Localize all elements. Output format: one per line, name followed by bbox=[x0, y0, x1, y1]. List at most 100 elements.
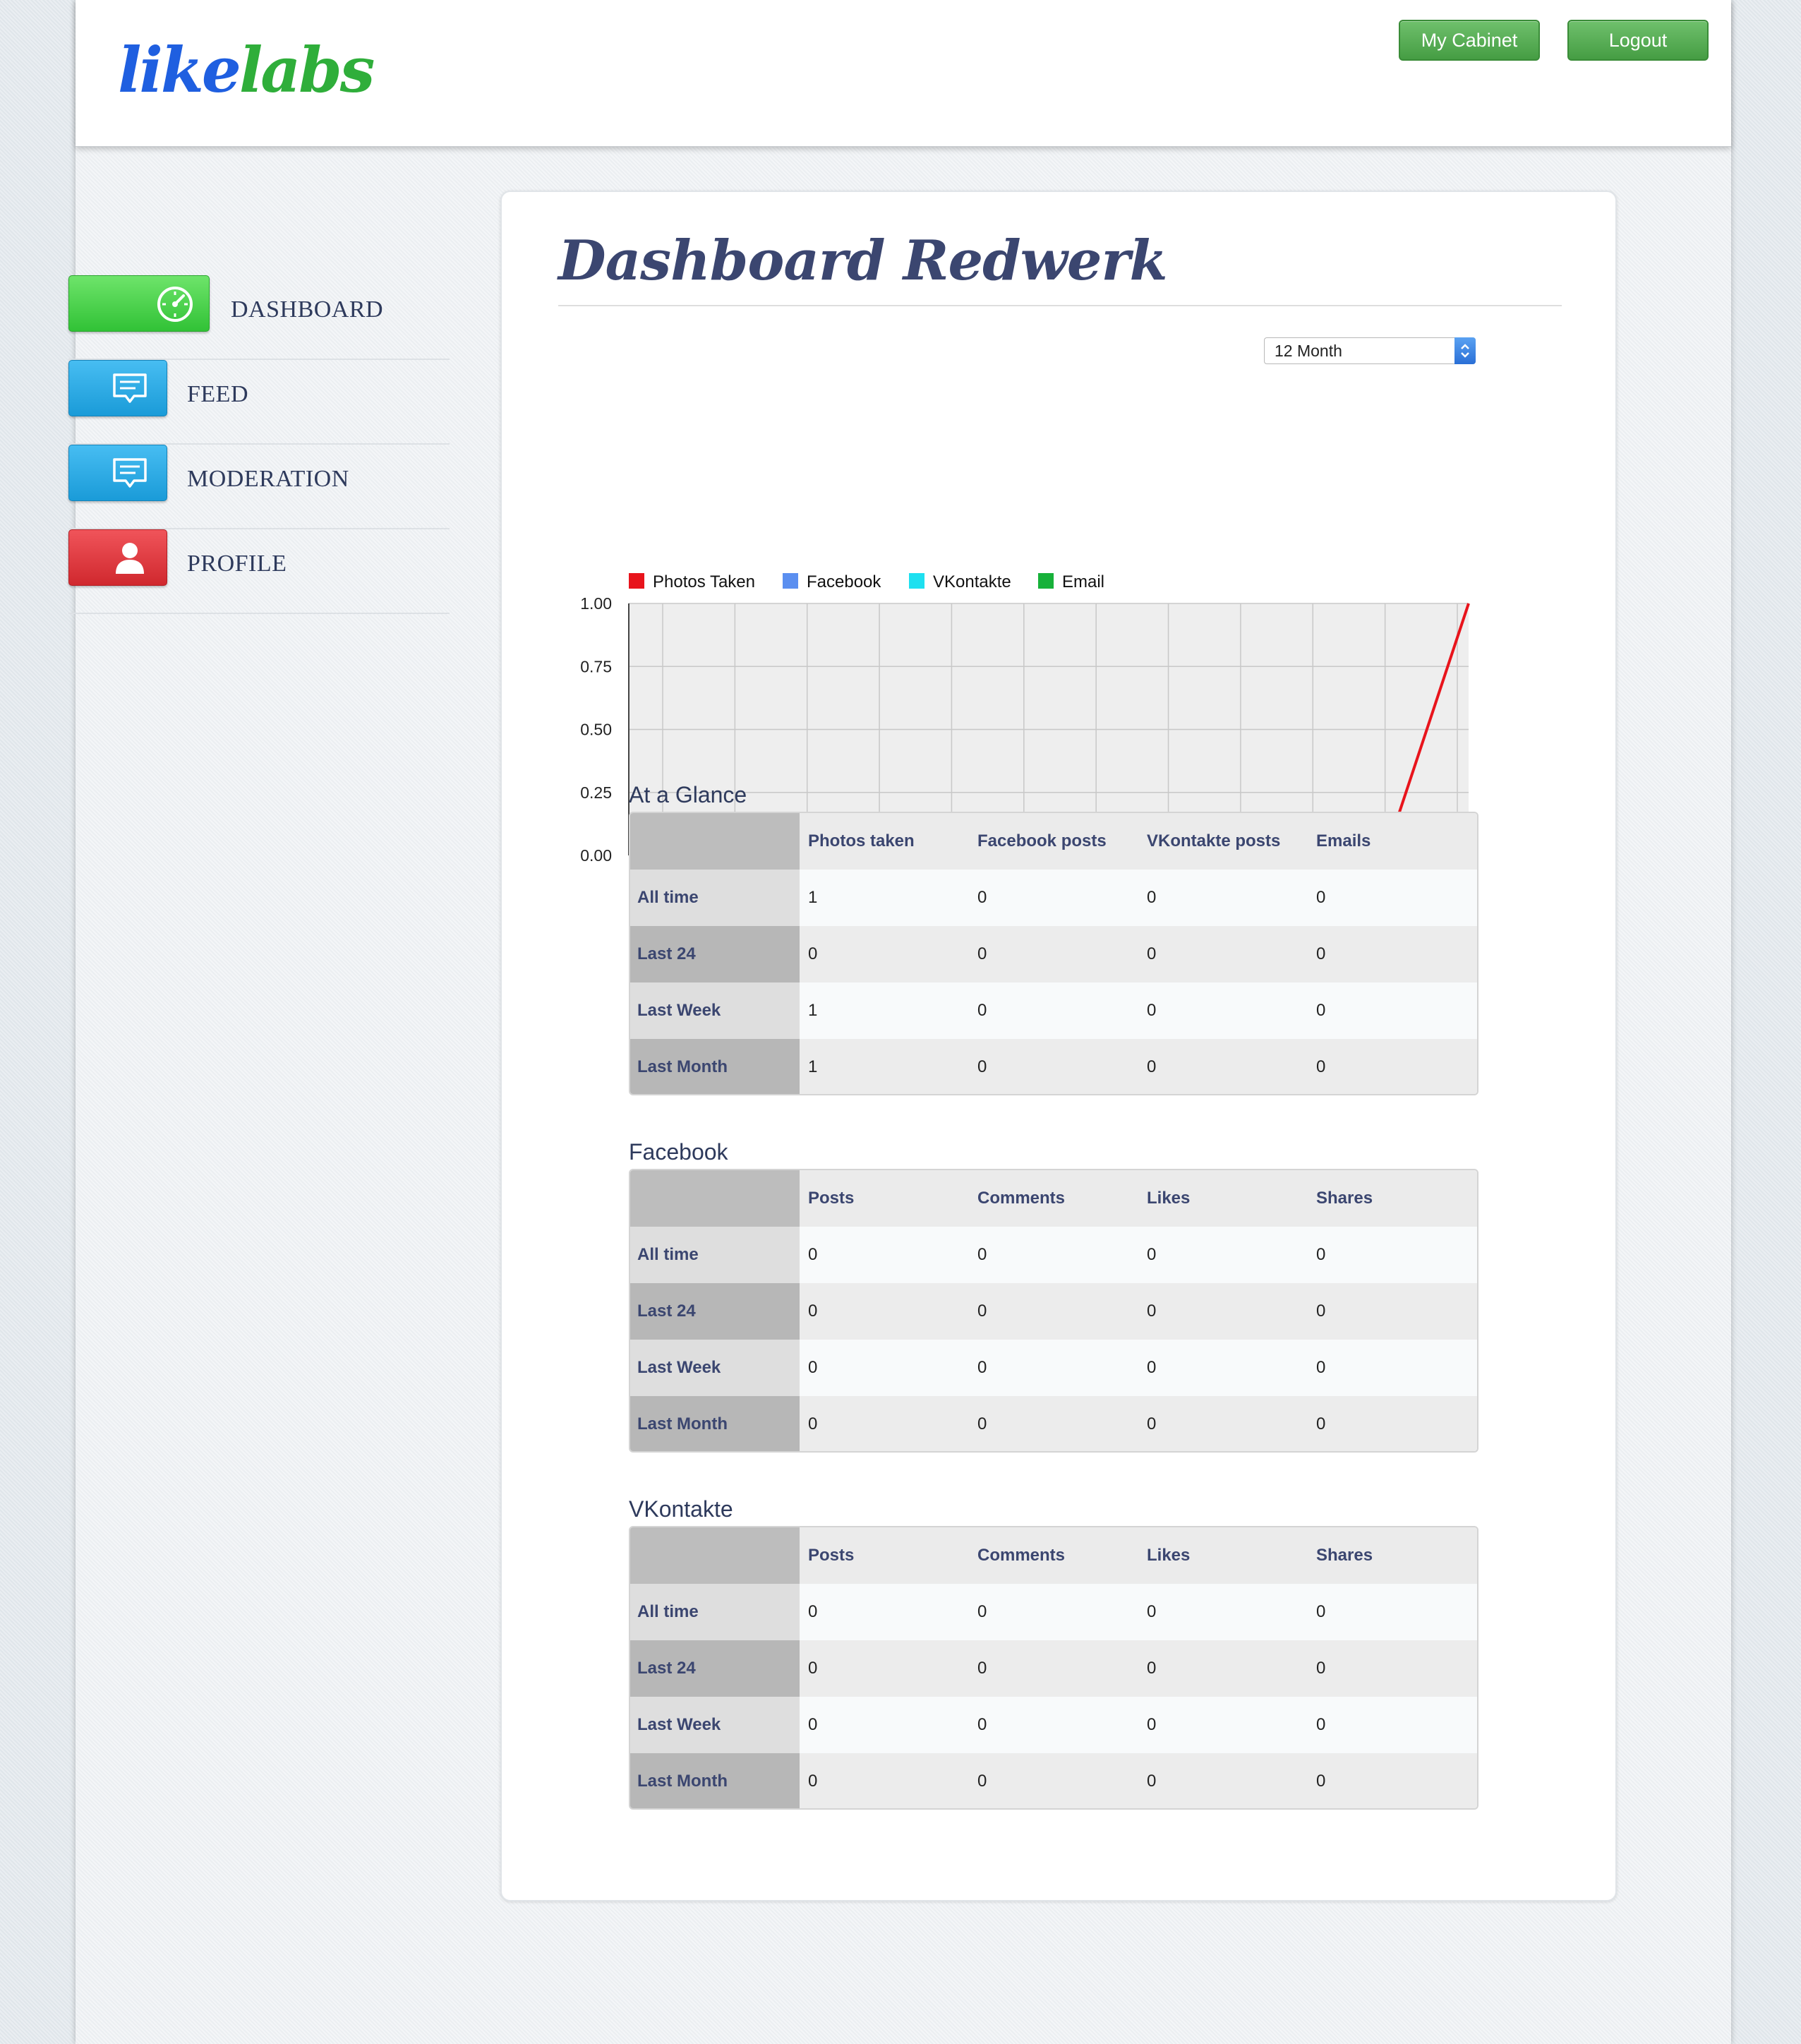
legend-swatch bbox=[909, 573, 924, 589]
table-row: Last Week 0 0 0 0 bbox=[630, 1697, 1477, 1753]
table-header-corner bbox=[630, 1170, 800, 1227]
legend-swatch bbox=[783, 573, 798, 589]
feed-button[interactable] bbox=[68, 360, 167, 416]
table-cell: 0 bbox=[1316, 1659, 1326, 1678]
sidebar-item-label: PROFILE bbox=[187, 551, 287, 577]
table-cell: 1 bbox=[808, 1057, 818, 1076]
table-header-row: Photos taken Facebook posts VKontakte post… bbox=[630, 813, 1477, 870]
user-icon bbox=[116, 543, 144, 574]
table-header-row: Posts Comments Likes Shares bbox=[630, 1527, 1477, 1584]
column-header: Posts bbox=[808, 1189, 855, 1208]
page-title: Dashboard Redwerk bbox=[558, 229, 1168, 293]
row-label: Last Week bbox=[630, 982, 800, 1039]
section-title: At a Glance bbox=[629, 782, 747, 807]
column-header: Comments bbox=[977, 1189, 1066, 1208]
table-row: Last 24 0 0 0 0 bbox=[630, 1640, 1477, 1697]
column-header: Emails bbox=[1316, 831, 1371, 850]
table-row: All time 0 0 0 0 bbox=[630, 1227, 1477, 1283]
y-tick-label: 0.75 bbox=[580, 657, 612, 675]
legend-label: Facebook bbox=[807, 572, 881, 591]
legend-swatch bbox=[629, 573, 644, 589]
table-cell: 0 bbox=[808, 1772, 818, 1791]
moderation-button[interactable] bbox=[68, 445, 167, 501]
table-cell: 1 bbox=[808, 888, 818, 907]
table-cell: 0 bbox=[1147, 944, 1157, 963]
table-cell: 0 bbox=[977, 1001, 987, 1020]
legend-swatch bbox=[1038, 573, 1054, 589]
logo-labs: labs bbox=[239, 33, 375, 107]
row-label: Last 24 bbox=[630, 1283, 800, 1340]
table-cell: 0 bbox=[977, 1659, 987, 1678]
column-header: Posts bbox=[808, 1546, 855, 1565]
table-cell: 0 bbox=[1147, 1057, 1157, 1076]
select-arrows-icon bbox=[1454, 337, 1476, 364]
chat-bubble-icon bbox=[113, 458, 147, 488]
table-cell: 1 bbox=[808, 1001, 818, 1020]
my-cabinet-button[interactable]: My Cabinet bbox=[1399, 20, 1540, 61]
table-cell: 0 bbox=[1316, 888, 1326, 907]
legend-label: Email bbox=[1062, 572, 1104, 591]
table-cell: 0 bbox=[977, 1414, 987, 1433]
sidebar-item-feed[interactable]: FEED bbox=[68, 360, 450, 445]
table-cell: 0 bbox=[1316, 1001, 1326, 1020]
table-cell: 0 bbox=[977, 1772, 987, 1791]
sidebar-item-moderation[interactable]: MODERATION bbox=[68, 445, 450, 529]
stats-table: Posts Comments Likes Shares All time 0 0 0 0 Last… bbox=[629, 1526, 1478, 1810]
table-cell: 0 bbox=[977, 1057, 987, 1076]
table-cell: 0 bbox=[1316, 1602, 1326, 1621]
profile-button[interactable] bbox=[68, 529, 167, 586]
table-cell: 0 bbox=[977, 944, 987, 963]
table-cell: 0 bbox=[1147, 888, 1157, 907]
column-header: Shares bbox=[1316, 1546, 1373, 1565]
sidebar-item-dashboard[interactable]: DASHBOARD bbox=[68, 275, 450, 360]
table-cell: 0 bbox=[977, 1245, 987, 1264]
speedometer-icon bbox=[157, 287, 193, 322]
table-cell: 0 bbox=[808, 1659, 818, 1678]
column-header: Shares bbox=[1316, 1189, 1373, 1208]
dashboard-button[interactable] bbox=[68, 275, 210, 332]
y-tick-label: 0.25 bbox=[580, 783, 612, 802]
table-cell: 0 bbox=[1316, 1245, 1326, 1264]
column-header: Likes bbox=[1147, 1189, 1191, 1208]
table-cell: 0 bbox=[1316, 1057, 1326, 1076]
row-label: Last Week bbox=[630, 1697, 800, 1753]
table-cell: 0 bbox=[808, 1358, 818, 1377]
header: likelabs My Cabinet Logout bbox=[76, 0, 1731, 147]
table-cell: 0 bbox=[1147, 1001, 1157, 1020]
title-divider bbox=[558, 305, 1562, 306]
sidebar-item-profile[interactable]: PROFILE bbox=[68, 529, 450, 614]
y-tick-label: 0.00 bbox=[580, 846, 612, 865]
legend-label: Photos Taken bbox=[653, 572, 755, 591]
table-cell: 0 bbox=[1316, 944, 1326, 963]
row-label: All time bbox=[630, 1584, 800, 1640]
table-cell: 0 bbox=[808, 1414, 818, 1433]
table-cell: 0 bbox=[1147, 1245, 1157, 1264]
table-cell: 0 bbox=[1316, 1301, 1326, 1321]
table-header-row: Posts Comments Likes Shares bbox=[630, 1170, 1477, 1227]
period-select[interactable]: 12 Month bbox=[1264, 337, 1476, 364]
table-cell: 0 bbox=[977, 1602, 987, 1621]
logo[interactable]: likelabs bbox=[118, 31, 375, 109]
table-cell: 0 bbox=[808, 1301, 818, 1321]
table-cell: 0 bbox=[977, 1358, 987, 1377]
table-cell: 0 bbox=[1147, 1772, 1157, 1791]
table-row: Last Month 0 0 0 0 bbox=[630, 1753, 1477, 1808]
y-tick-label: 0.50 bbox=[580, 721, 612, 739]
sidebar-item-label: FEED bbox=[187, 381, 248, 407]
table-cell: 0 bbox=[977, 1301, 987, 1321]
table-cell: 0 bbox=[808, 944, 818, 963]
table-row: Last 24 0 0 0 0 bbox=[630, 926, 1477, 982]
table-cell: 0 bbox=[1147, 1659, 1157, 1678]
table-cell: 0 bbox=[1147, 1301, 1157, 1321]
table-row: Last Week 0 0 0 0 bbox=[630, 1340, 1477, 1396]
table-header-corner bbox=[630, 1527, 800, 1584]
logo-like: like bbox=[118, 33, 241, 107]
logout-button[interactable]: Logout bbox=[1567, 20, 1709, 61]
column-header: Facebook posts bbox=[977, 831, 1107, 850]
row-label: Last Month bbox=[630, 1753, 800, 1808]
period-select-value: 12 Month bbox=[1275, 342, 1342, 360]
table-cell: 0 bbox=[1147, 1358, 1157, 1377]
table-cell: 0 bbox=[1316, 1772, 1326, 1791]
table-cell: 0 bbox=[808, 1715, 818, 1734]
row-label: All time bbox=[630, 870, 800, 926]
